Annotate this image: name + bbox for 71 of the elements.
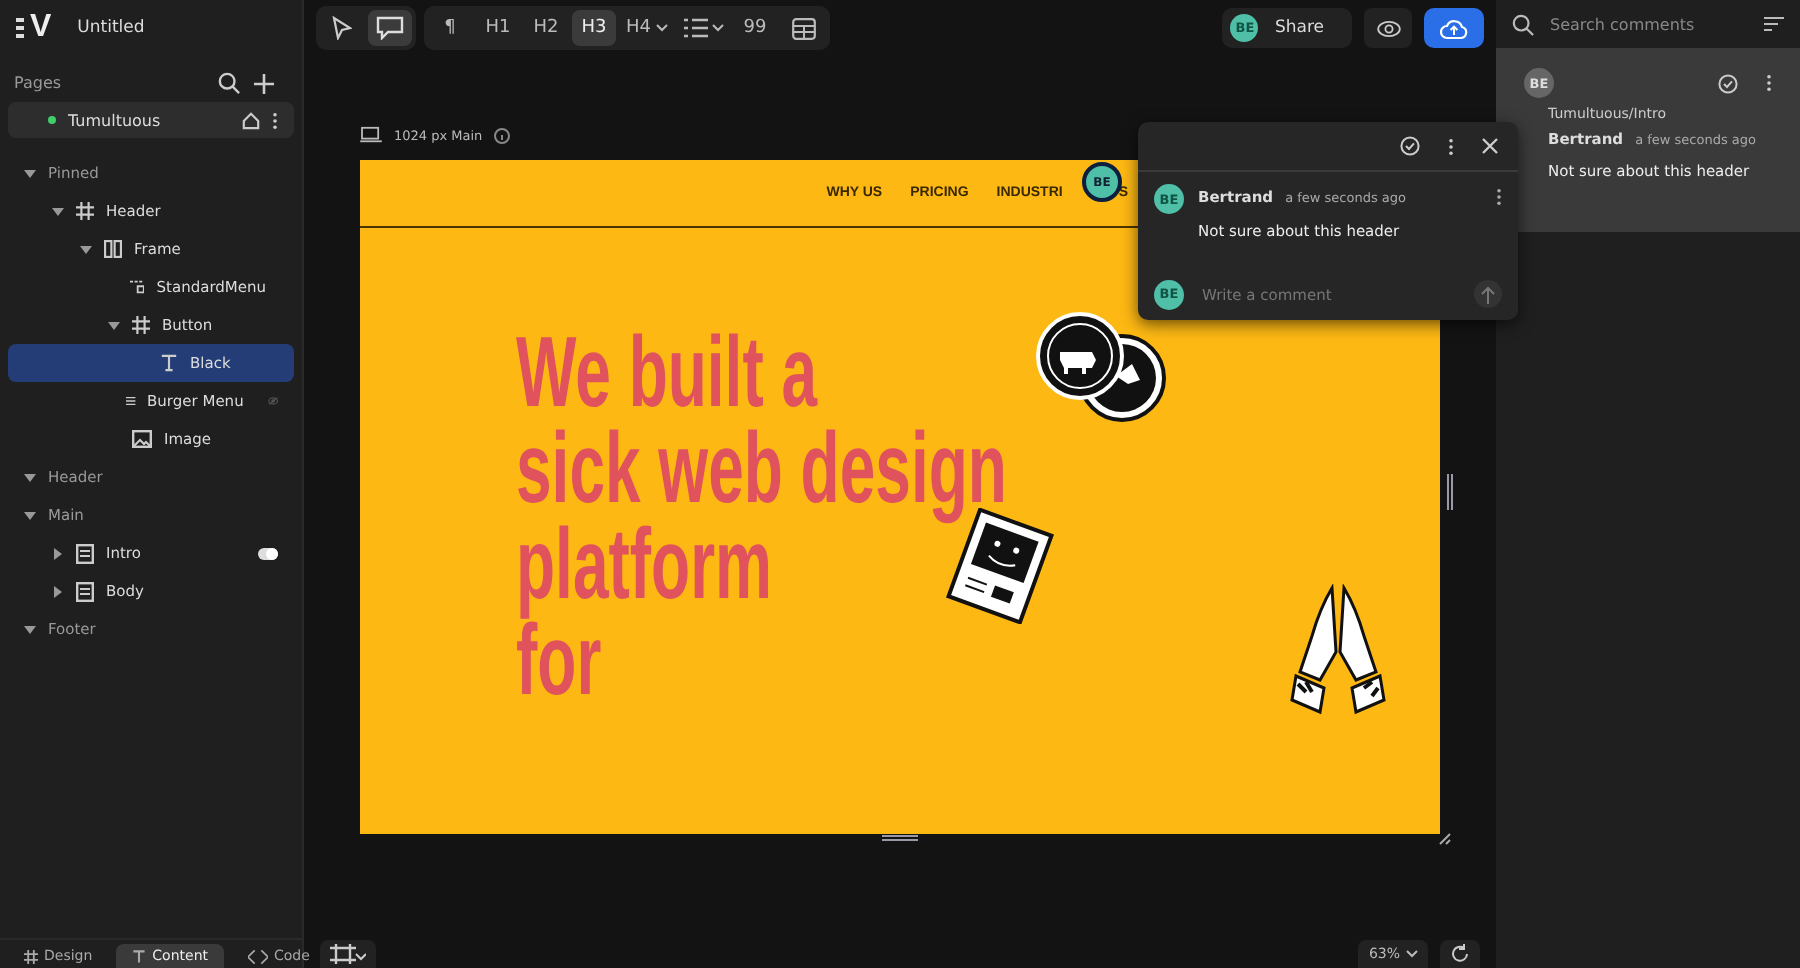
logo-mark-icon [16, 18, 24, 38]
height-handle-icon[interactable] [882, 834, 918, 842]
send-button[interactable] [1474, 280, 1502, 308]
search-comments-field[interactable]: Search comments [1546, 13, 1752, 35]
cloud-upload-icon [1440, 17, 1468, 39]
code-icon [248, 949, 269, 963]
section-icon [76, 543, 94, 563]
refresh-button[interactable] [1440, 940, 1480, 968]
pointer-icon [332, 16, 352, 40]
more-icon[interactable] [1496, 188, 1502, 206]
disclosure-icon[interactable] [52, 205, 64, 217]
format-button[interactable]: ¶ [428, 10, 472, 46]
comment-icon [376, 16, 404, 40]
filter-icon[interactable] [1764, 16, 1784, 32]
text-icon [132, 949, 147, 963]
comment-tool-button[interactable] [368, 10, 412, 46]
menu-icon [125, 392, 136, 410]
component-icon [129, 278, 145, 296]
disclosure-icon[interactable] [24, 509, 36, 521]
eye-icon [1375, 19, 1401, 37]
status-dot-icon [48, 116, 56, 124]
section-icon [76, 581, 94, 601]
cow-sticker-drawing [1036, 312, 1168, 424]
format-button[interactable]: H2 [524, 10, 568, 46]
image-icon [132, 430, 152, 448]
disclosure-icon[interactable] [80, 243, 92, 255]
columns-icon [104, 240, 122, 258]
more-icon[interactable] [1448, 137, 1454, 155]
format-button[interactable]: H3 [572, 10, 616, 46]
search-icon [1512, 13, 1534, 35]
frame-icon [132, 316, 150, 334]
frame-tool-button[interactable] [320, 940, 376, 968]
list-icon [683, 18, 707, 38]
disclosure-icon[interactable] [24, 471, 36, 483]
resolve-icon[interactable] [1400, 136, 1420, 156]
add-icon[interactable] [254, 73, 274, 93]
close-icon[interactable] [1482, 138, 1498, 154]
resize-handle-icon[interactable] [1438, 832, 1452, 846]
toggle-switch[interactable] [258, 547, 278, 559]
laptop-icon [360, 126, 382, 144]
page-item[interactable]: Tumultuous [8, 102, 294, 138]
praying-hands-sticker-drawing [1288, 584, 1388, 716]
resolve-icon[interactable] [1718, 73, 1738, 93]
frame-icon [76, 202, 94, 220]
more-icon[interactable] [272, 111, 278, 129]
width-handle-icon[interactable] [1446, 474, 1454, 510]
disclosure-icon[interactable] [24, 623, 36, 635]
info-icon[interactable] [494, 127, 511, 143]
hero-heading-line: We built a [516, 324, 818, 420]
format-button[interactable]: H1 [476, 10, 520, 46]
disclosure-icon[interactable] [52, 585, 64, 597]
preview-button[interactable] [1364, 8, 1412, 48]
disclosure-icon[interactable] [24, 167, 36, 179]
more-icon[interactable] [1766, 74, 1772, 92]
disclosure-icon[interactable] [108, 319, 120, 331]
format-button[interactable]: H4 [620, 10, 673, 46]
logo[interactable]: V [30, 10, 52, 46]
search-icon[interactable] [218, 72, 240, 94]
document-title: Untitled [77, 18, 145, 38]
grid-icon [24, 949, 38, 963]
home-icon[interactable] [242, 111, 260, 129]
caret-icon [1406, 950, 1418, 958]
pages-heading: Pages [14, 74, 62, 92]
text-icon [160, 354, 178, 372]
frame-caret-icon [330, 944, 366, 964]
disclosure-icon[interactable] [52, 547, 64, 559]
refresh-icon [1450, 944, 1470, 964]
arrow-up-icon [1480, 285, 1496, 303]
format-button[interactable]: 99 [733, 10, 777, 46]
table-icon [791, 17, 815, 39]
publish-button[interactable] [1424, 8, 1484, 48]
